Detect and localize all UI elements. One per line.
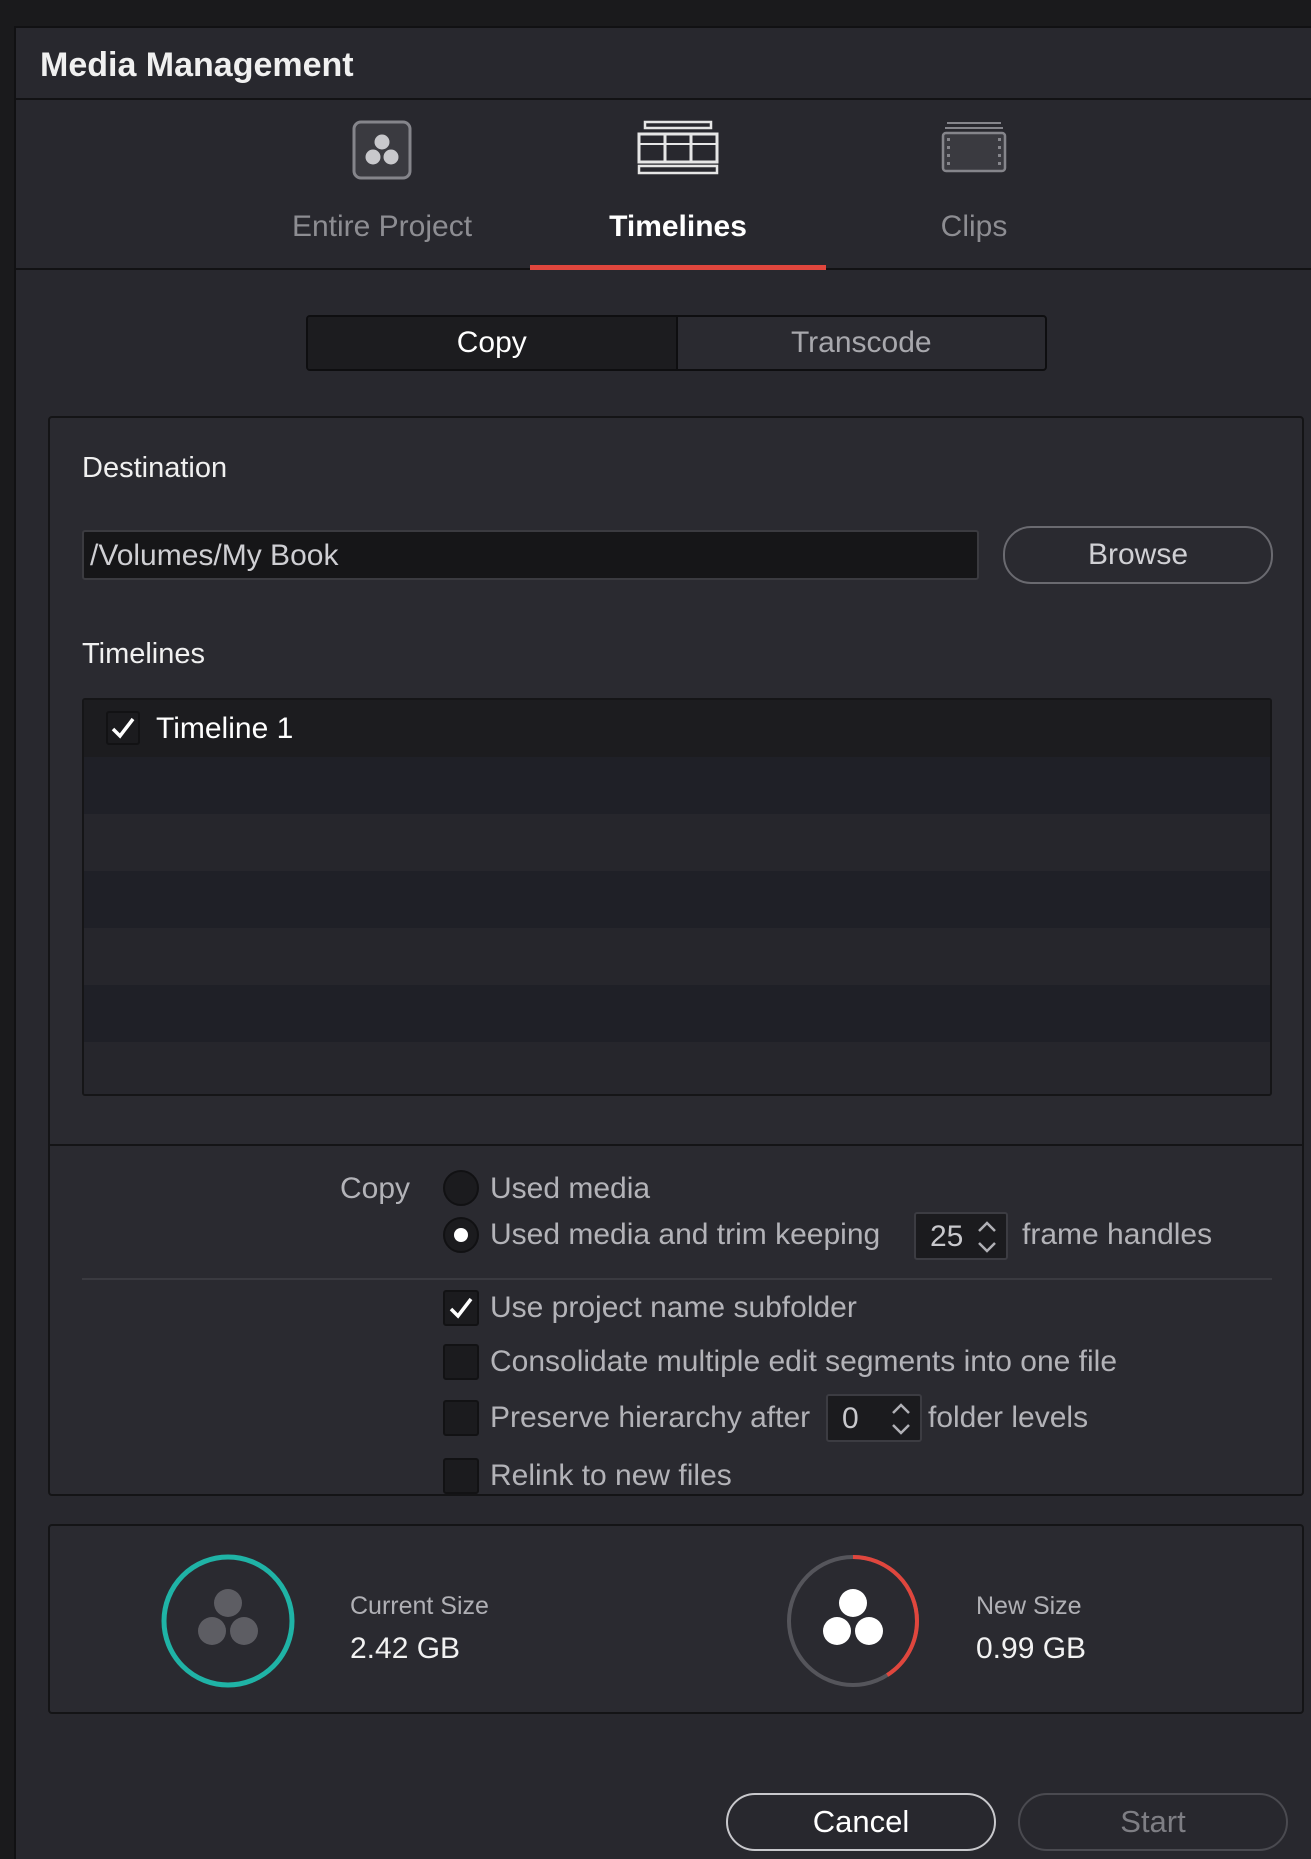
preserve-suffix-label: folder levels [928, 1401, 1089, 1434]
radio-selected-dot [454, 1228, 468, 1242]
media-management-dialog: Media Management Entire Project Timeline… [14, 26, 1311, 1859]
stepper-arrows-icon[interactable] [974, 1217, 1000, 1265]
new-size-value: 0.99 GB [976, 1632, 1087, 1665]
checkmark-icon [111, 717, 135, 739]
timelines-label: Timelines [82, 638, 206, 670]
clip-filmstrip-icon [941, 120, 1007, 181]
frame-handles-value: 25 [930, 1220, 964, 1253]
tab-timelines[interactable]: Timelines [530, 100, 826, 270]
section-divider [50, 1144, 1302, 1146]
trim-prefix-label: Used media and trim keeping [490, 1218, 881, 1251]
preserve-prefix-label: Preserve hierarchy after [490, 1401, 811, 1434]
dialog-title: Media Management [40, 46, 354, 84]
mode-segmented-control: Copy Transcode [306, 315, 1047, 371]
destination-path-field[interactable]: /Volumes/My Book [82, 530, 979, 580]
preserve-hierarchy-checkbox[interactable] [443, 1400, 479, 1436]
destination-label: Destination [82, 452, 228, 484]
size-summary-panel: Current Size 2.42 GB New Size 0.99 GB [48, 1524, 1304, 1714]
browse-button[interactable]: Browse [1003, 526, 1273, 584]
tab-bar: Entire Project Timelines Clips [16, 100, 1311, 270]
tab-clips[interactable]: Clips [826, 100, 1122, 268]
empty-row [84, 757, 1270, 814]
active-tab-underline [530, 265, 826, 270]
empty-row [84, 814, 1270, 871]
options-divider [82, 1278, 1272, 1280]
current-size-label: Current Size [350, 1592, 489, 1620]
copy-options-label: Copy [340, 1172, 411, 1205]
consolidate-label: Consolidate multiple edit segments into … [490, 1345, 1118, 1378]
options-panel: Destination /Volumes/My Book Browse Time… [48, 416, 1304, 1496]
tab-label: Timelines [609, 210, 747, 243]
relink-label: Relink to new files [490, 1459, 732, 1492]
resolve-logo-icon [352, 120, 412, 185]
timeline-row[interactable]: Timeline 1 [84, 700, 1270, 757]
new-size-label: New Size [976, 1592, 1082, 1620]
folder-levels-value: 0 [842, 1402, 859, 1435]
trim-suffix-label: frame handles [1022, 1218, 1213, 1251]
consolidate-checkbox[interactable] [443, 1344, 479, 1380]
empty-row [84, 928, 1270, 985]
timeline-icon [637, 120, 719, 181]
timeline-name: Timeline 1 [156, 712, 294, 745]
checkmark-icon [449, 1297, 473, 1319]
used-media-radio[interactable] [443, 1170, 479, 1206]
start-button[interactable]: Start [1018, 1793, 1288, 1851]
frame-handles-stepper[interactable]: 25 [914, 1212, 1008, 1260]
subfolder-label: Use project name subfolder [490, 1291, 857, 1324]
transcode-mode-button[interactable]: Transcode [675, 317, 1046, 369]
empty-row [84, 1042, 1270, 1094]
empty-row [84, 985, 1270, 1042]
tab-entire-project[interactable]: Entire Project [234, 100, 530, 268]
new-size-ring-icon [784, 1552, 922, 1695]
current-size-value: 2.42 GB [350, 1632, 461, 1665]
cancel-button[interactable]: Cancel [726, 1793, 996, 1851]
tab-label: Entire Project [291, 210, 473, 243]
copy-mode-button[interactable]: Copy [308, 317, 676, 369]
subfolder-checkbox[interactable] [443, 1290, 479, 1326]
stepper-arrows-icon[interactable] [888, 1399, 914, 1447]
relink-checkbox[interactable] [443, 1458, 479, 1494]
folder-levels-stepper[interactable]: 0 [826, 1394, 922, 1442]
used-media-label: Used media [490, 1172, 651, 1205]
timeline-checkbox[interactable] [106, 711, 140, 745]
title-bar: Media Management [16, 28, 1311, 100]
timeline-list: Timeline 1 [82, 698, 1272, 1096]
empty-row [84, 871, 1270, 928]
used-media-trim-radio[interactable] [443, 1217, 479, 1253]
tab-label: Clips [940, 210, 1008, 243]
current-size-ring-icon [159, 1552, 297, 1695]
